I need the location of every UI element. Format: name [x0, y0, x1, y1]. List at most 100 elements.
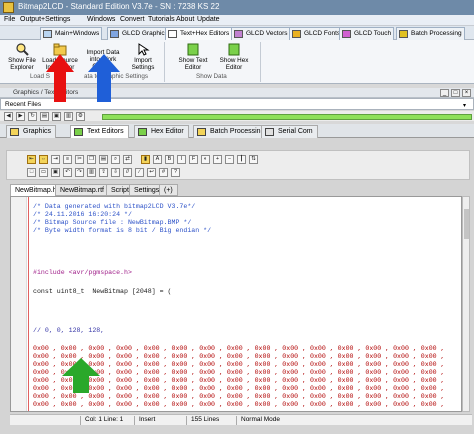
ribbon-tab-glcd-touch[interactable]: GLCD Touch — [339, 27, 395, 40]
button-label: Show File Explorer — [8, 57, 36, 71]
ribbon-tab-glcd-graphic[interactable]: GLCD Graphic — [107, 27, 168, 40]
align-both-icon[interactable]: ⇔ — [39, 155, 48, 164]
menu-file[interactable]: File — [4, 16, 15, 23]
file-tab-strip: NewBitmap.h NewBitmap.rtf Script Setting… — [10, 184, 470, 196]
back-icon[interactable]: ◀ — [4, 112, 13, 121]
menu-convert[interactable]: Convert — [120, 16, 145, 23]
tab-batch-processing[interactable]: Batch Processing — [193, 125, 270, 138]
zoom-in-icon[interactable]: + — [213, 155, 222, 164]
hex-editor-icon — [227, 43, 241, 56]
tab-text-editors[interactable]: Text Editors — [70, 125, 129, 138]
status-lines: 155 Lines — [186, 416, 219, 425]
red-arrow-icon — [46, 54, 74, 102]
print-preview-icon[interactable]: ▥ — [87, 168, 96, 177]
bookmark-icon[interactable]: ▮ — [141, 155, 150, 164]
vector-icon — [234, 30, 243, 38]
close-button[interactable]: × — [462, 89, 471, 97]
settings-icon[interactable]: ⚙ — [76, 112, 85, 121]
file-tab-newbitmap-rtf[interactable]: NewBitmap.rtf — [55, 184, 109, 196]
redo-icon[interactable]: ↷ — [75, 168, 84, 177]
bold-icon[interactable]: B — [165, 155, 174, 164]
ribbon-tab-batch-processing[interactable]: Batch Processing — [396, 27, 465, 40]
ribbon-tab-main-windows[interactable]: Main+Windows — [40, 27, 103, 40]
group-divider — [164, 42, 165, 82]
code-line: 0x00 , 0x00 , 0x00 , 0x00 , 0x00 , 0x00 … — [33, 345, 445, 352]
ribbon-tab-label: Main+Windows — [55, 30, 100, 37]
import-icon[interactable]: ⇩ — [111, 168, 120, 177]
maximize-button[interactable]: □ — [451, 89, 460, 97]
save-file-icon[interactable]: ▣ — [51, 168, 60, 177]
font-size-icon[interactable]: A — [153, 155, 162, 164]
sort-icon[interactable]: ⇅ — [249, 155, 258, 164]
scrollbar-thumb[interactable] — [464, 209, 469, 239]
align-left-icon[interactable]: ⇤ — [27, 155, 36, 164]
list-icon[interactable]: ≡ — [63, 155, 72, 164]
tab-hex-editor[interactable]: Hex Editor — [134, 125, 189, 138]
comment-icon[interactable]: // — [123, 168, 132, 177]
replace-icon[interactable]: ⇄ — [123, 155, 132, 164]
file-tab-add[interactable]: (+) — [159, 184, 178, 196]
show-hex-editor-button[interactable]: Show Hex Editor — [216, 43, 252, 71]
menu-output-settings[interactable]: Output+Settings — [20, 16, 70, 23]
refresh-icon[interactable]: ↻ — [28, 112, 37, 121]
goto-line-icon[interactable]: # — [159, 168, 168, 177]
help-icon[interactable]: ? — [171, 168, 180, 177]
menu-tutorials[interactable]: Tutorials — [148, 16, 175, 23]
tab-label: Serial Com — [278, 128, 313, 135]
zoom-out-icon[interactable]: − — [225, 155, 234, 164]
color-icon[interactable]: ◐ — [201, 155, 210, 164]
main-tab-strip: Graphics Text Editors Hex Editor Batch P… — [0, 124, 474, 138]
progress-bar — [102, 114, 472, 120]
font-icon[interactable]: F — [189, 155, 198, 164]
italic-icon[interactable]: I — [177, 155, 186, 164]
code-line: /* Byte width format is 8 bit / Big endi… — [33, 227, 212, 234]
new-file-icon[interactable]: □ — [27, 168, 36, 177]
tab-label: Batch Processing — [210, 128, 265, 135]
tab-graphics[interactable]: Graphics — [6, 125, 57, 138]
blue-arrow-icon — [88, 54, 120, 102]
show-text-editor-button[interactable]: Show Text Editor — [174, 43, 212, 71]
find-icon[interactable]: ⌕ — [111, 155, 120, 164]
show-file-explorer-button[interactable]: Show File Explorer — [6, 43, 38, 71]
folder-icon[interactable]: ▤ — [40, 112, 49, 121]
hex-editor-icon — [138, 128, 147, 136]
ruler-icon[interactable]: ┃ — [237, 155, 246, 164]
vertical-scrollbar[interactable] — [462, 196, 470, 412]
code-line: #include <avr/pgmspace.h> — [33, 269, 132, 276]
wrap-icon[interactable]: ↩ — [147, 168, 156, 177]
file-tab-newbitmap-h[interactable]: NewBitmap.h — [10, 184, 62, 196]
tab-label: Text Editors — [87, 128, 124, 135]
save-icon[interactable]: ▣ — [52, 112, 61, 121]
ribbon-tab-label: GLCD Fonts — [304, 30, 341, 37]
copy-icon[interactable]: ❐ — [87, 155, 96, 164]
document-icon — [168, 30, 177, 38]
ribbon-tab-label: Text+Hex Editors — [180, 30, 230, 37]
tab-serial-com[interactable]: Serial Com — [261, 125, 318, 138]
print-icon[interactable]: ▥ — [64, 112, 73, 121]
window-icon — [43, 30, 52, 38]
menu-about[interactable]: About — [176, 16, 194, 23]
menu-windows[interactable]: Windows — [87, 16, 115, 23]
undo-icon[interactable]: ↶ — [63, 168, 72, 177]
import-icon — [96, 40, 110, 48]
paste-icon[interactable]: ▤ — [99, 155, 108, 164]
ribbon-tab-text-hex-editors[interactable]: Text+Hex Editors — [165, 27, 233, 40]
ribbon-tab-glcd-fonts[interactable]: GLCD Fonts — [289, 27, 344, 40]
indent-icon[interactable]: ⇥ — [51, 155, 60, 164]
batch-icon — [399, 30, 408, 38]
window-title: Bitmap2LCD - Standard Edition V3.7e - SN… — [18, 2, 220, 11]
open-file-icon[interactable]: ▭ — [39, 168, 48, 177]
uncomment-icon[interactable]: ∕ — [135, 168, 144, 177]
ribbon-tab-glcd-vectors[interactable]: GLCD Vectors — [231, 27, 291, 40]
minimize-button[interactable]: _ — [440, 89, 449, 97]
editor-toolbar: ⇤ ⇔ ⇥ ≡ ✂ ❐ ▤ ⌕ ⇄ ▮ A B I F ◐ + − ┃ ⇅ □ … — [6, 150, 470, 180]
export-icon[interactable]: ⇪ — [99, 168, 108, 177]
button-label: Show Text Editor — [178, 57, 208, 71]
code-line: /* Data generated with bitmap2LCD V3.7e*… — [33, 203, 196, 210]
menu-update[interactable]: Update — [197, 16, 220, 23]
import-settings-button[interactable]: Import Settings — [125, 43, 161, 71]
touch-icon — [342, 30, 351, 38]
forward-icon[interactable]: ▶ — [16, 112, 25, 121]
button-label: Show Hex Editor — [219, 57, 249, 71]
cut-icon[interactable]: ✂ — [75, 155, 84, 164]
